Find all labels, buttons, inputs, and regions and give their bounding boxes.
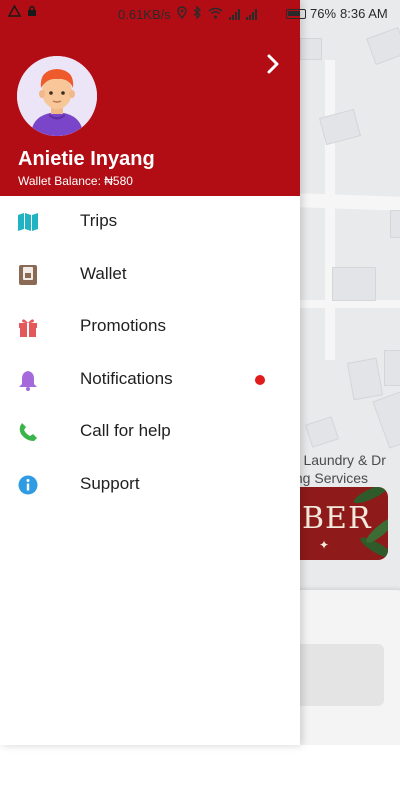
menu-item-label: Call for help [80,421,171,440]
warning-icon [7,4,22,20]
chevron-right-icon[interactable] [265,53,287,79]
bottom-sheet-field[interactable] [294,644,384,706]
signal-icon [228,8,240,20]
wallet-icon [17,264,39,286]
drawer-menu: Trips Wallet Promotions Notifications Ca… [0,196,300,511]
wifi-icon [208,7,223,22]
menu-item-label: Promotions [80,316,166,335]
menu-item-label: Trips [80,211,118,230]
drawer-header: Anietie Inyang Wallet Balance: ₦580 [0,0,300,196]
navigation-drawer: Anietie Inyang Wallet Balance: ₦580 Trip… [0,0,300,745]
notification-badge [255,374,265,385]
wallet-balance: Wallet Balance: ₦580 [18,174,133,188]
avatar[interactable] [17,56,97,136]
status-bar: 0.61KB/s 76% 8:36 AM [0,0,400,28]
battery-icon [286,8,306,19]
map-icon [17,211,39,233]
location-icon [177,6,187,22]
bluetooth-icon [193,5,202,22]
menu-item-label: Notifications [80,368,173,388]
battery-percent: 76% [310,6,337,21]
promo-banner[interactable]: BER ✦ [300,487,388,560]
menu-item-label: Wallet [80,263,127,283]
menu-item-trips[interactable]: Trips [0,196,300,249]
avatar-illustration [17,56,97,136]
clock: 8:36 AM [340,6,388,21]
menu-item-wallet[interactable]: Wallet [0,249,300,302]
menu-item-support[interactable]: Support [0,459,300,512]
lock-icon [27,5,37,20]
bell-icon [17,369,39,391]
banner-text: BER [302,501,372,536]
system-nav-area [0,745,400,800]
menu-item-promotions[interactable]: Promotions [0,301,300,354]
menu-item-call-for-help[interactable]: Call for help [0,406,300,459]
network-speed: 0.61KB/s [118,6,171,22]
sparkle-icon: ✦ [319,538,330,552]
menu-item-notifications[interactable]: Notifications [0,354,300,407]
signal-icon-2 [245,8,257,20]
user-name: Anietie Inyang [18,148,155,170]
phone-icon [17,421,39,443]
menu-item-label: Support [80,473,140,493]
info-icon [17,474,39,496]
gift-icon [17,316,39,338]
